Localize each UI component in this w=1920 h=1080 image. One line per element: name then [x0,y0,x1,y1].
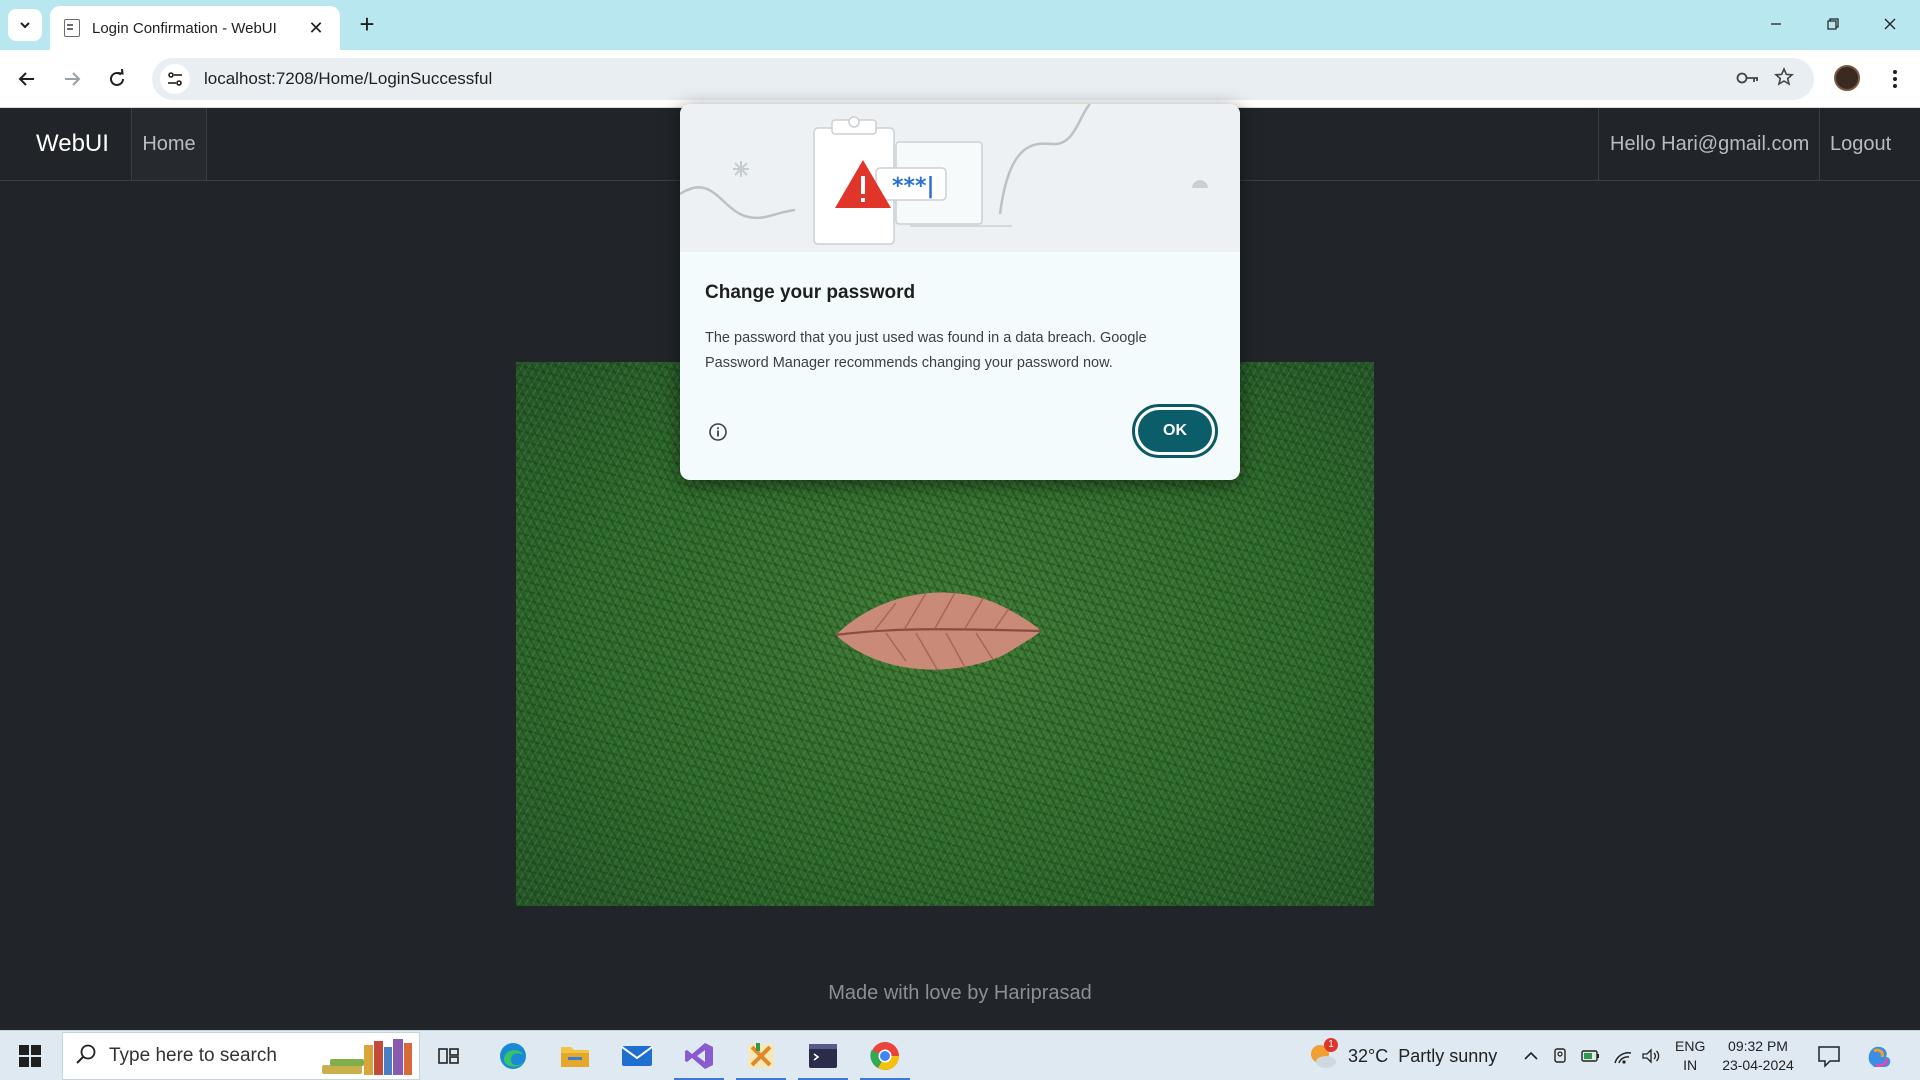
browser-tabstrip: Login Confirmation - WebUI ✕ + [0,0,1920,50]
tab-title: Login Confirmation - WebUI [92,19,277,37]
dialog-illustration: ***| [680,104,1240,252]
dialog-title: Change your password [705,282,916,303]
windows-taskbar: Type here to search 1 32°C Partly sunny … [0,1030,1920,1080]
copilot-icon[interactable] [1864,1041,1894,1071]
books-highlight-icon[interactable] [322,1039,420,1075]
footer-text: Made with love by Hariprasad [828,982,1092,1004]
reload-icon[interactable] [100,62,134,96]
chevron-up-icon[interactable] [1520,1045,1542,1067]
masked-password-text: ***| [892,174,935,199]
nav-divider [206,108,207,180]
region-code: IN [1683,1057,1698,1073]
task-view-icon[interactable] [420,1031,478,1080]
chevron-down-icon [20,22,30,29]
xl-app-icon[interactable] [732,1031,790,1080]
leaf-graphic [835,590,1041,672]
chrome-icon[interactable] [856,1031,914,1080]
terminal-icon[interactable] [794,1031,852,1080]
language-code: ENG [1675,1038,1706,1054]
password-breach-dialog: ***| Change your password The password t… [680,104,1240,480]
nav-divider [1819,108,1820,180]
favicon-icon [64,19,80,37]
nav-divider [1598,108,1599,180]
clock[interactable]: 09:32 PM 23-04-2024 [1720,1037,1796,1075]
weather-widget[interactable]: 1 32°C Partly sunny [1308,1031,1497,1080]
address-bar[interactable]: localhost:7208/Home/LoginSuccessful [152,58,1814,100]
info-icon[interactable] [708,422,728,442]
volume-icon[interactable] [1640,1045,1662,1067]
password-key-icon[interactable] [1730,69,1766,90]
restore-icon[interactable] [1813,10,1853,40]
visual-studio-icon[interactable] [670,1031,728,1080]
profile-avatar[interactable] [1834,65,1860,91]
tab-close-icon[interactable]: ✕ [306,18,326,39]
bookmark-star-icon[interactable] [1766,66,1802,92]
kebab-menu-icon[interactable] [1880,62,1910,96]
url-text[interactable]: localhost:7208/Home/LoginSuccessful [204,69,1730,89]
notification-icon[interactable] [1816,1043,1842,1069]
nav-greeting-link[interactable]: Hello Hari@gmail.com [1610,108,1809,180]
file-explorer-icon[interactable] [546,1031,604,1080]
clock-date: 23-04-2024 [1722,1057,1794,1073]
battery-icon[interactable] [1580,1045,1602,1067]
back-icon[interactable] [10,62,44,96]
search-placeholder: Type here to search [109,1045,277,1066]
edge-icon[interactable] [484,1031,542,1080]
browser-toolbar: localhost:7208/Home/LoginSuccessful [0,50,1920,108]
minimize-icon[interactable] [1756,10,1796,40]
forward-icon[interactable] [55,62,89,96]
nav-logout-link[interactable]: Logout [1830,108,1891,180]
browser-tab[interactable]: Login Confirmation - WebUI ✕ [50,6,340,50]
meet-now-icon[interactable] [1550,1045,1572,1067]
clock-time: 09:32 PM [1728,1038,1788,1054]
tab-search-button[interactable] [8,9,42,41]
close-icon[interactable] [1870,10,1910,40]
site-info-icon[interactable] [160,64,190,94]
weather-badge: 1 [1324,1038,1338,1052]
dialog-message: The password that you just used was foun… [705,330,1147,371]
weather-sun-icon: 1 [1308,1038,1340,1072]
nav-home-link[interactable]: Home [132,108,206,180]
search-icon [63,1043,109,1070]
ok-button-label: OK [1138,410,1212,452]
weather-text: 32°C Partly sunny [1348,1045,1498,1066]
wifi-icon[interactable] [1612,1045,1634,1067]
new-tab-button[interactable]: + [352,10,382,40]
brand-link[interactable]: WebUI [36,130,109,158]
ok-button[interactable]: OK [1132,404,1218,458]
language-indicator[interactable]: ENG IN [1675,1037,1705,1075]
mail-icon[interactable] [608,1031,666,1080]
windows-start-icon[interactable] [0,1031,60,1080]
